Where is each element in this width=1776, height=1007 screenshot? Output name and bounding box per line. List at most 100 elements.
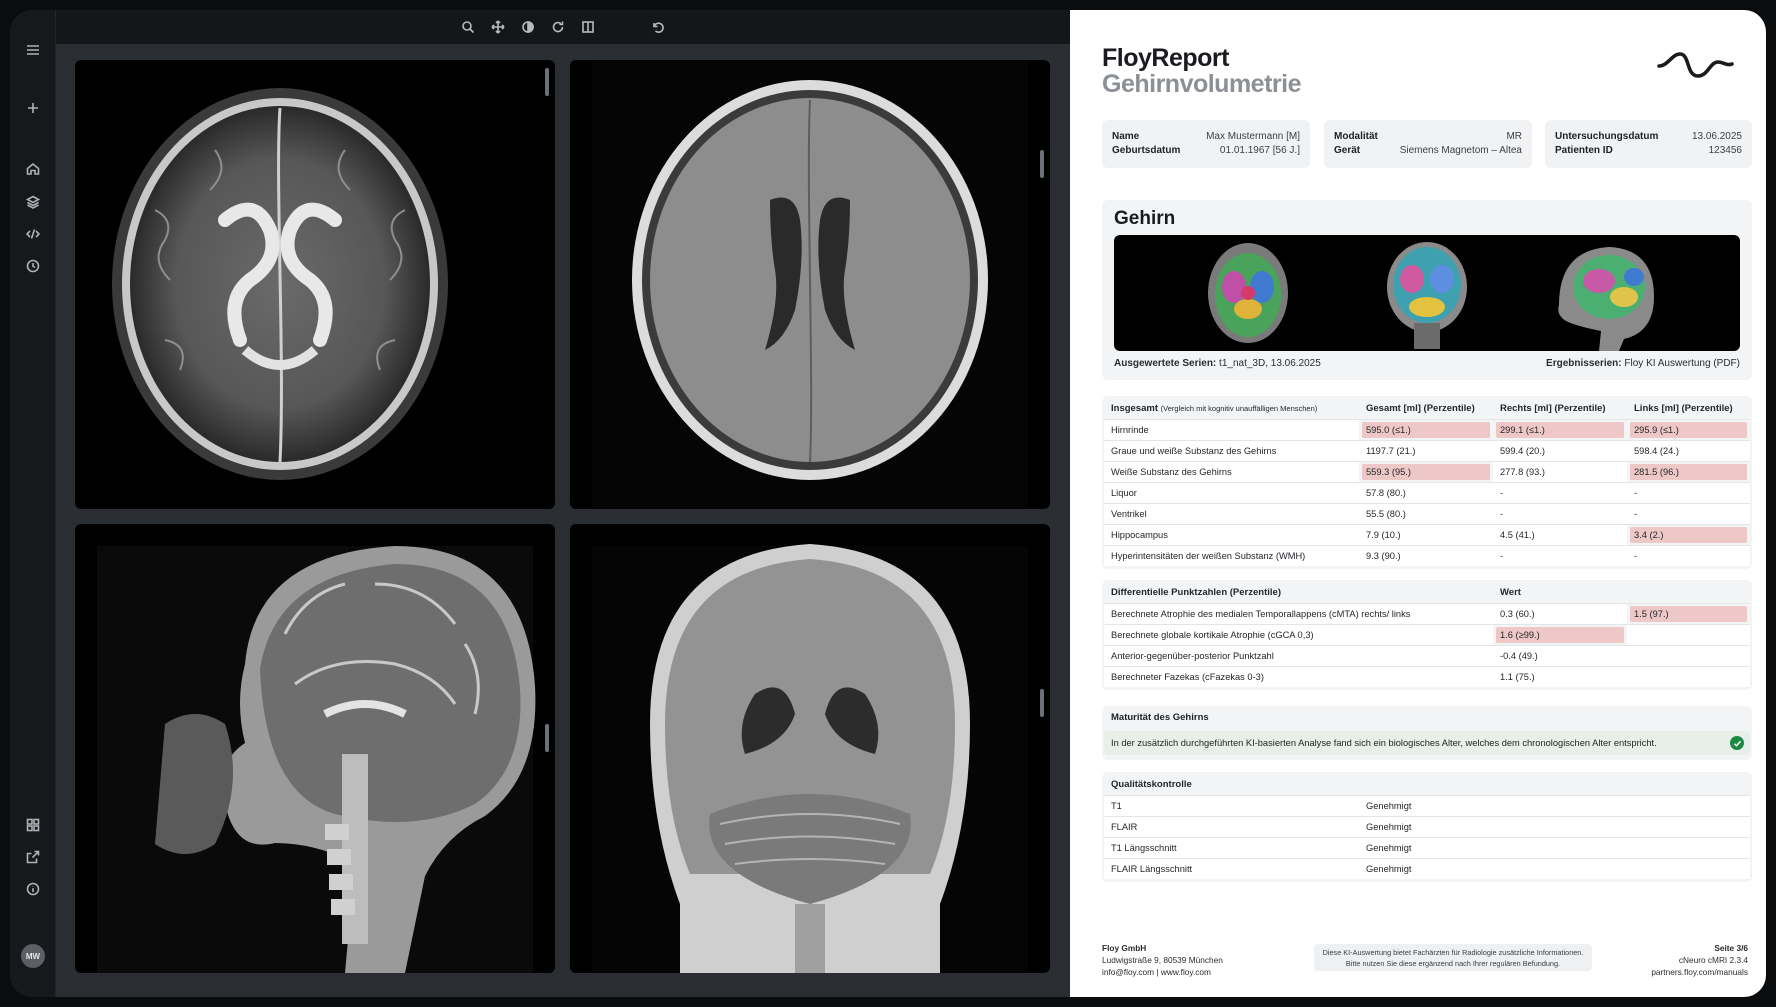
device-value: Siemens Magnetom – Altea [1399,145,1522,156]
results-value: Floy KI Auswertung (PDF) [1624,358,1740,369]
report-title: FloyReport [1102,44,1229,72]
code-icon[interactable] [21,222,45,246]
viewer-toolbar [56,10,1070,44]
cell-value2: 1.5 (97.) [1627,602,1750,624]
col-value: Wert [1500,586,1521,598]
undo-icon[interactable] [646,15,670,39]
table-row: FLAIR Längsschnitt Genehmigt [1104,857,1750,879]
table-row: Liquor 57.8 (80.) - - [1104,481,1750,503]
cell-total: 595.0 (≤1.) [1359,418,1493,440]
pan-icon[interactable] [486,15,510,39]
flag-value: 559.3 (95.) [1362,463,1490,480]
app-screen: MW FloyReport Gehirnvolumetrie Name Max … [10,10,1766,997]
cell-value: 1.1 (75.) [1493,665,1627,687]
viewport-grid [56,44,1070,997]
history-icon[interactable] [21,254,45,278]
series-info: Ausgewertete Serien: t1_nat_3D, 13.06.20… [1114,358,1321,369]
row-label: Graue und weiße Substanz des Gehirns [1104,439,1359,461]
label: Name [1112,131,1140,142]
row-label: Anterior-gegenüber-posterior Punktzahl [1104,644,1493,666]
cell-value2 [1627,623,1750,645]
maturity-result: In der zusätzlich durchgeführten KI-basi… [1104,731,1750,755]
label: Modalität [1334,131,1378,142]
label: Geburtsdatum [1112,145,1181,156]
contrast-icon[interactable] [516,15,540,39]
cell-total: 559.3 (95.) [1359,460,1493,482]
viewport-axial-t1[interactable] [570,60,1050,509]
volumes-header: Insgesamt (Vergleich mit kognitiv unauff… [1104,398,1359,419]
flag-value: 595.0 (≤1.) [1362,421,1490,438]
viewport-scrollbar[interactable] [1040,150,1044,178]
layers-icon[interactable] [21,190,45,214]
cell-right: 299.1 (≤1.) [1493,418,1627,440]
cell-left: - [1627,481,1750,503]
cell-right: 277.8 (93.) [1493,460,1627,482]
software-version: cNeuro cMRI 2.3.4 [1678,955,1748,965]
scores-header: Differentielle Punktzahlen (Perzentile) [1111,586,1281,598]
flag-value: 1.5 (97.) [1630,605,1747,622]
series-label: Ausgewertete Serien: [1114,358,1217,369]
cell-left: - [1627,502,1750,524]
cell-status: Genehmigt [1359,836,1750,858]
viewport-scrollbar[interactable] [545,68,549,96]
viewport-scrollbar[interactable] [1040,689,1044,717]
viewport-coronal-t1[interactable] [570,524,1050,973]
home-icon[interactable] [21,157,45,181]
info-icon[interactable] [21,877,45,901]
table-row: Weiße Substanz des Gehirns 559.3 (95.) 2… [1104,460,1750,482]
viewport-sagittal-t2[interactable] [75,524,555,973]
company-contact: info@floy.com | www.floy.com [1102,967,1211,977]
footer-meta: Seite 3/6 cNeuro cMRI 2.3.4 partners.flo… [1651,942,1748,978]
cell-right: 599.4 (20.) [1493,439,1627,461]
manuals-link[interactable]: partners.floy.com/manuals [1651,966,1748,978]
col-right: Rechts [ml] (Perzentile) [1500,402,1606,414]
cell-total: 9.3 (90.) [1359,544,1493,566]
row-label: T1 Längsschnitt [1104,836,1359,858]
menu-icon[interactable] [21,38,45,62]
company-name: Floy GmbH [1102,943,1147,953]
page-number: Seite 3/6 [1714,943,1748,953]
rotate-icon[interactable] [546,15,570,39]
volumes-header-label: Insgesamt [1111,402,1158,414]
gehirn-section: Gehirn Ausgewertete Serien: t1_nat_3D, 1… [1102,200,1752,380]
flag-value: 281.5 (96.) [1630,463,1747,480]
maturity-header: Maturität des Gehirns [1111,712,1209,723]
row-label: Berechnete globale kortikale Atrophie (c… [1104,623,1493,645]
viewport-axial-t2[interactable] [75,60,555,509]
split-icon[interactable] [576,15,600,39]
row-label: Hippocampus [1104,523,1359,545]
disclaimer-line: Bitte nutzen Sie diese ergänzend nach Ih… [1345,959,1561,968]
row-label: T1 [1104,794,1359,816]
cell-left: 281.5 (96.) [1627,460,1750,482]
cell-right: - [1493,481,1627,503]
report-brand: FloyReport Gehirnvolumetrie [1102,44,1302,99]
table-row: T1 Längsschnitt Genehmigt [1104,836,1750,858]
external-link-icon[interactable] [21,845,45,869]
quality-header: Qualitätskontrolle [1111,778,1192,790]
results-info: Ergebnisserien: Floy KI Auswertung (PDF) [1546,358,1740,369]
grid-icon[interactable] [21,813,45,837]
table-row: Berechnete Atrophie des medialen Tempora… [1104,602,1750,624]
plus-icon[interactable] [21,96,45,120]
cell-total: 1197.7 (21.) [1359,439,1493,461]
scores-table: Differentielle Punktzahlen (Perzentile) … [1102,580,1752,690]
floy-logo [1656,50,1736,85]
report-subtitle: Gehirnvolumetrie [1102,70,1302,98]
cell-right: - [1493,502,1627,524]
maturity-text: In der zusätzlich durchgeführten KI-basi… [1111,738,1657,748]
cell-status: Genehmigt [1359,857,1750,879]
patient-id: 123456 [1708,145,1742,156]
cell-value: 1.6 (≥99.) [1493,623,1627,645]
cell-value2 [1627,644,1750,666]
quality-table: Qualitätskontrolle T1 Genehmigt FLAIR Ge… [1102,772,1752,882]
study-card: Untersuchungsdatum 13.06.2025 Patienten I… [1545,120,1752,168]
search-icon[interactable] [456,15,480,39]
col-total: Gesamt [ml] (Perzentile) [1366,402,1475,414]
section-title: Gehirn [1114,208,1176,229]
avatar[interactable]: MW [21,944,45,968]
cell-total: 7.9 (10.) [1359,523,1493,545]
table-row: Hippocampus 7.9 (10.) 4.5 (41.) 3.4 (2.) [1104,523,1750,545]
patient-name: Max Mustermann [M] [1206,131,1300,142]
label: Patienten ID [1555,145,1613,156]
viewport-scrollbar[interactable] [545,724,549,752]
